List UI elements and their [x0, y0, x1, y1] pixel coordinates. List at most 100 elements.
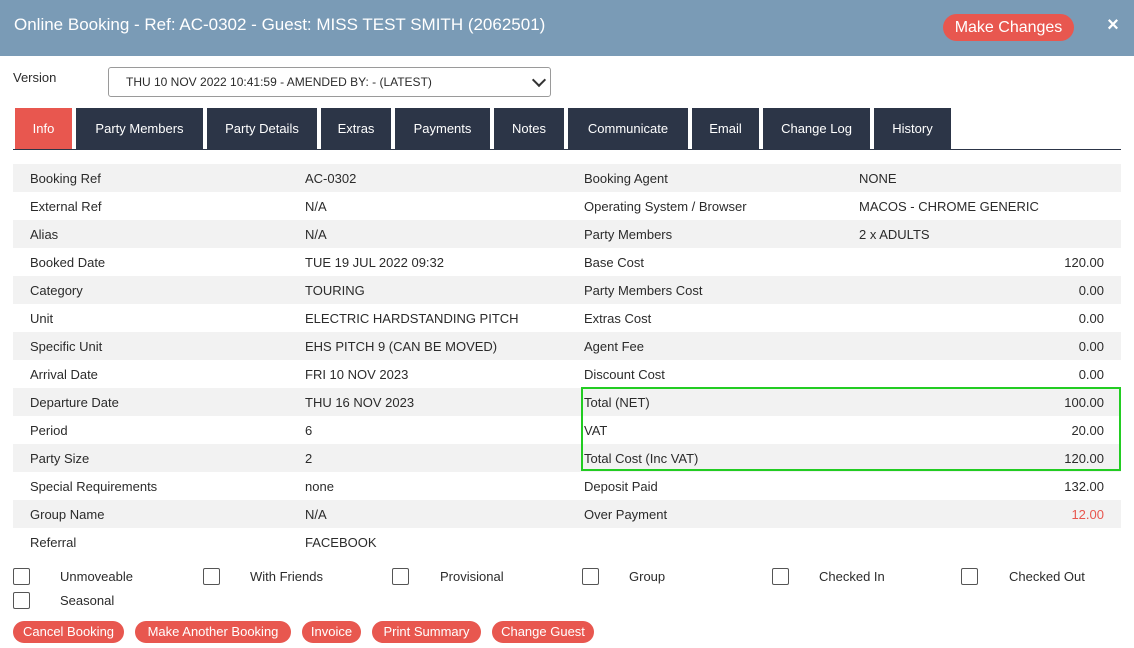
detail-label: Group Name	[30, 507, 105, 522]
detail-value: MACOS - CHROME GENERIC	[859, 199, 1039, 214]
detail-label: Deposit Paid	[584, 479, 658, 494]
detail-amount: 132.00	[1064, 479, 1104, 494]
detail-label: Discount Cost	[584, 367, 665, 382]
flags-row: Unmoveable With Friends Provisional Grou…	[13, 568, 1121, 588]
tab-communicate[interactable]: Communicate	[568, 108, 688, 149]
detail-label: Arrival Date	[30, 367, 98, 382]
detail-row: Booking Ref AC-0302 Booking Agent NONE	[13, 164, 1121, 192]
detail-label: Party Size	[30, 451, 90, 466]
chevron-down-icon	[531, 72, 547, 88]
unmoveable-checkbox[interactable]	[13, 568, 30, 585]
detail-value: 2 x ADULTS	[859, 227, 930, 242]
seasonal-checkbox[interactable]	[13, 592, 30, 609]
title-bar: Online Booking - Ref: AC-0302 - Guest: M…	[0, 0, 1134, 56]
detail-value: AC-0302	[305, 171, 357, 186]
tabs-divider	[13, 149, 1121, 150]
detail-label: Referral	[30, 535, 77, 550]
tab-party-details[interactable]: Party Details	[207, 108, 317, 149]
detail-row: Unit ELECTRIC HARDSTANDING PITCH Extras …	[13, 304, 1121, 332]
tab-notes[interactable]: Notes	[494, 108, 564, 149]
checked-out-checkbox[interactable]	[961, 568, 978, 585]
detail-row: Alias N/A Party Members 2 x ADULTS	[13, 220, 1121, 248]
seasonal-label: Seasonal	[60, 593, 115, 608]
flags-row: Seasonal	[13, 592, 1121, 612]
make-changes-button[interactable]: Make Changes	[943, 14, 1074, 41]
detail-amount: 0.00	[1078, 339, 1104, 354]
unmoveable-label: Unmoveable	[60, 569, 133, 584]
over-payment-amount: 12.00	[1071, 507, 1104, 522]
change-guest-button[interactable]: Change Guest	[492, 621, 594, 643]
detail-label: Special Requirements	[30, 479, 158, 494]
with-friends-checkbox[interactable]	[203, 568, 220, 585]
detail-label: External Ref	[30, 199, 102, 214]
detail-value: none	[305, 479, 334, 494]
detail-label: Base Cost	[584, 255, 644, 270]
detail-amount: 120.00	[1064, 255, 1104, 270]
checked-out-label: Checked Out	[1009, 569, 1085, 584]
detail-row: Category TOURING Party Members Cost 0.00	[13, 276, 1121, 304]
detail-label: Alias	[30, 227, 59, 242]
tab-info[interactable]: Info	[15, 108, 72, 149]
detail-value: FACEBOOK	[305, 535, 377, 550]
detail-value: N/A	[305, 507, 327, 522]
detail-value: FRI 10 NOV 2023	[305, 367, 409, 382]
tab-change-log[interactable]: Change Log	[763, 108, 870, 149]
group-label: Group	[629, 569, 666, 584]
provisional-checkbox[interactable]	[392, 568, 409, 585]
detail-row: Arrival Date FRI 10 NOV 2023 Discount Co…	[13, 360, 1121, 388]
detail-row: Booked Date TUE 19 JUL 2022 09:32 Base C…	[13, 248, 1121, 276]
detail-row: External Ref N/A Operating System / Brow…	[13, 192, 1121, 220]
provisional-label: Provisional	[440, 569, 504, 584]
cancel-booking-button[interactable]: Cancel Booking	[13, 621, 124, 643]
detail-value: TUE 19 JUL 2022 09:32	[305, 255, 444, 270]
detail-label: Agent Fee	[584, 339, 644, 354]
make-another-booking-button[interactable]: Make Another Booking	[135, 621, 291, 643]
checked-in-label: Checked In	[819, 569, 885, 584]
detail-label: Category	[30, 283, 83, 298]
detail-label: Booking Ref	[30, 171, 101, 186]
detail-label: Period	[30, 423, 68, 438]
detail-label: Departure Date	[30, 395, 119, 410]
detail-row: Referral FACEBOOK	[13, 528, 1121, 556]
detail-value: 2	[305, 451, 313, 466]
detail-row: Group Name N/A Over Payment 12.00	[13, 500, 1121, 528]
detail-label: Unit	[30, 311, 54, 326]
detail-value: NONE	[859, 171, 897, 186]
detail-value: N/A	[305, 227, 327, 242]
detail-value: ELECTRIC HARDSTANDING PITCH	[305, 311, 519, 326]
tab-extras[interactable]: Extras	[321, 108, 391, 149]
detail-value: THU 16 NOV 2023	[305, 395, 415, 410]
close-icon[interactable]: ×	[1105, 14, 1121, 36]
detail-label: Specific Unit	[30, 339, 103, 354]
group-checkbox[interactable]	[582, 568, 599, 585]
detail-label: Over Payment	[584, 507, 668, 522]
tab-payments[interactable]: Payments	[395, 108, 490, 149]
detail-label: Party Members	[584, 227, 673, 242]
detail-amount: 0.00	[1078, 367, 1104, 382]
detail-amount: 0.00	[1078, 311, 1104, 326]
detail-label: Party Members Cost	[584, 283, 703, 298]
tab-email[interactable]: Email	[692, 108, 759, 149]
detail-row: Specific Unit EHS PITCH 9 (CAN BE MOVED)…	[13, 332, 1121, 360]
detail-label: Booked Date	[30, 255, 106, 270]
detail-value: 6	[305, 423, 313, 438]
detail-label: Operating System / Browser	[584, 199, 747, 214]
invoice-button[interactable]: Invoice	[302, 621, 361, 643]
detail-label: Extras Cost	[584, 311, 652, 326]
version-select[interactable]: THU 10 NOV 2022 10:41:59 - AMENDED BY: -…	[108, 67, 551, 97]
totals-highlight-box	[581, 387, 1121, 471]
version-selected-value: THU 10 NOV 2022 10:41:59 - AMENDED BY: -…	[126, 75, 432, 89]
detail-row: Special Requirements none Deposit Paid 1…	[13, 472, 1121, 500]
dialog-title: Online Booking - Ref: AC-0302 - Guest: M…	[14, 15, 546, 34]
with-friends-label: With Friends	[250, 569, 323, 584]
tab-history[interactable]: History	[874, 108, 951, 149]
detail-value: N/A	[305, 199, 327, 214]
print-summary-button[interactable]: Print Summary	[372, 621, 481, 643]
detail-value: EHS PITCH 9 (CAN BE MOVED)	[305, 339, 498, 354]
version-label: Version	[13, 70, 57, 85]
detail-label: Booking Agent	[584, 171, 668, 186]
tab-party-members[interactable]: Party Members	[76, 108, 203, 149]
detail-amount: 0.00	[1078, 283, 1104, 298]
checked-in-checkbox[interactable]	[772, 568, 789, 585]
detail-value: TOURING	[305, 283, 365, 298]
